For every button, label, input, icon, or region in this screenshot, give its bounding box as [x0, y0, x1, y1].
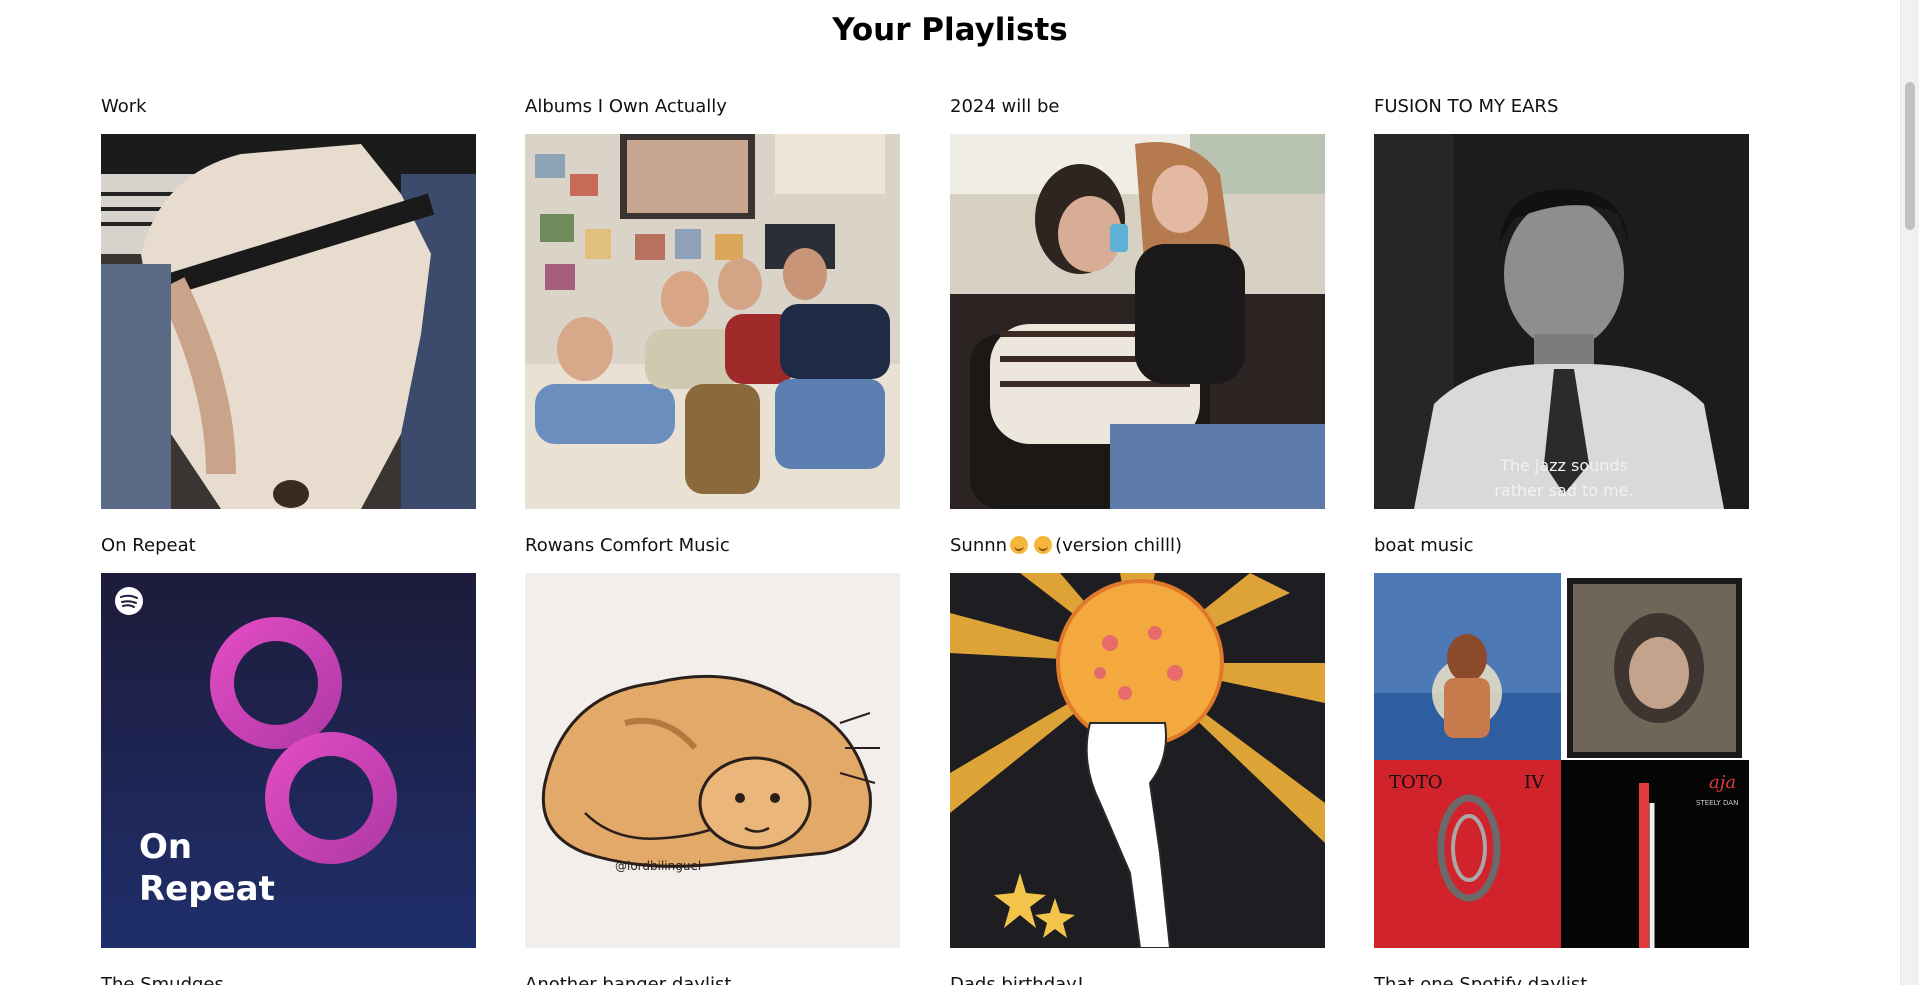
playlist-title-text: Sunnn: [950, 535, 1008, 556]
spotify-logo-icon: [115, 587, 143, 615]
playlist-title[interactable]: Another banger daylist: [525, 970, 900, 985]
playlist-cover[interactable]: [950, 573, 1325, 948]
playlist-title[interactable]: FUSION TO MY EARS: [1374, 92, 1749, 122]
playlist-card-sunnn-version-chilll[interactable]: Sunnn (version chilll): [950, 531, 1325, 948]
playlist-title[interactable]: On Repeat: [101, 531, 476, 561]
playlist-title[interactable]: Rowans Comfort Music: [525, 531, 900, 561]
playlist-cover[interactable]: The jazz sounds rather sad to me.: [1374, 134, 1749, 509]
playlist-cover[interactable]: [525, 134, 900, 509]
playlist-title[interactable]: Dads birthday!: [950, 970, 1325, 985]
cover-text-repeat: Repeat: [139, 869, 275, 909]
playlist-card-work[interactable]: Work: [101, 92, 476, 509]
playlist-cover[interactable]: @lordbilinguel: [525, 573, 900, 948]
playlist-cover[interactable]: On Repeat: [101, 573, 476, 948]
playlist-card-rowans-comfort-music[interactable]: Rowans Comfort Music @lordbilinguel: [525, 531, 900, 948]
cover-text-on: On: [139, 827, 192, 867]
playlist-card-dads-birthday[interactable]: Dads birthday!: [950, 970, 1325, 985]
playlist-card-2024-will-be[interactable]: 2024 will be: [950, 92, 1325, 509]
playlist-cover[interactable]: [101, 134, 476, 509]
playlist-title-text: (version chilll): [1055, 535, 1183, 556]
playlist-card-boat-music[interactable]: boat music TOTO IV aja STEELY DAN: [1374, 531, 1749, 948]
playlist-title[interactable]: 2024 will be: [950, 92, 1325, 122]
playlist-title[interactable]: Albums I Own Actually: [525, 92, 900, 122]
scrollbar-thumb[interactable]: [1905, 82, 1915, 230]
playlist-title[interactable]: That one Spotify daylist: [1374, 970, 1749, 985]
playlist-title[interactable]: The Smudges: [101, 970, 476, 985]
playlist-cover[interactable]: TOTO IV aja STEELY DAN: [1374, 573, 1749, 948]
playlist-cover[interactable]: [950, 134, 1325, 509]
playlist-title[interactable]: Sunnn (version chilll): [950, 531, 1325, 561]
playlist-card-another-banger-daylist[interactable]: Another banger daylist: [525, 970, 900, 985]
subtitle-line-2: rather sad to me.: [1494, 481, 1633, 500]
playlist-card-that-one-spotify-daylist[interactable]: That one Spotify daylist: [1374, 970, 1749, 985]
smiling-sun-emoji-icon: [1034, 536, 1053, 554]
subtitle-line-1: The jazz sounds: [1499, 456, 1628, 475]
album-title-toto: TOTO: [1389, 772, 1443, 793]
album-artist: STEELY DAN: [1696, 799, 1738, 807]
playlist-card-albums-i-own-actually[interactable]: Albums I Own Actually: [525, 92, 900, 509]
vertical-scrollbar[interactable]: [1900, 0, 1919, 985]
playlist-title[interactable]: boat music: [1374, 531, 1749, 561]
album-title-aja: aja: [1709, 772, 1736, 793]
playlists-page: Your Playlists Work Albums I Own Actuall…: [0, 0, 1919, 985]
playlist-card-on-repeat[interactable]: On Repeat On Repeat: [101, 531, 476, 948]
smiling-sun-emoji-icon: [1010, 536, 1029, 554]
playlist-title[interactable]: Work: [101, 92, 476, 122]
album-numeral: IV: [1524, 772, 1545, 793]
page-title: Your Playlists: [832, 12, 1068, 48]
playlist-card-the-smudges[interactable]: The Smudges: [101, 970, 476, 985]
artist-signature: @lordbilinguel: [615, 859, 701, 873]
playlist-card-fusion-to-my-ears[interactable]: FUSION TO MY EARS The jazz sounds rather…: [1374, 92, 1749, 509]
